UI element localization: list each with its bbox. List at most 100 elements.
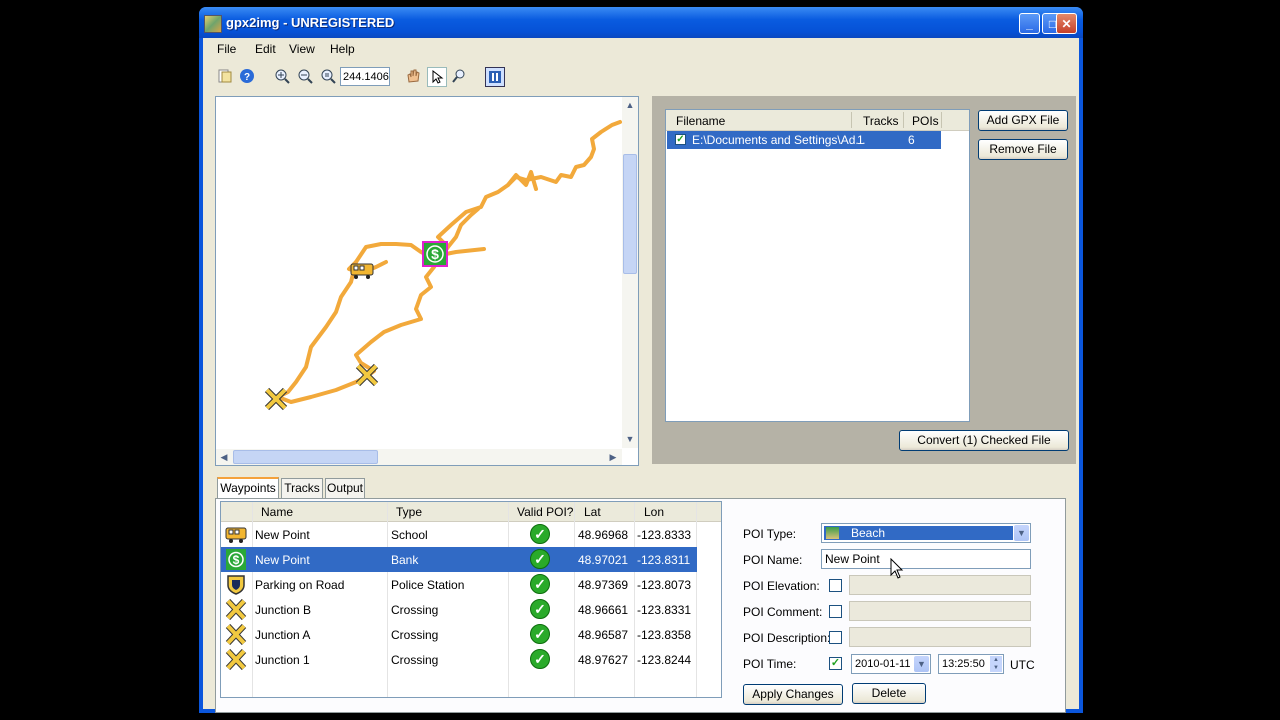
table-row[interactable]: Junction 1 Crossing ✓ 48.97627 -123.8244 <box>221 647 697 672</box>
table-row-selected[interactable]: $ New Point Bank ✓ 48.97021 -123.8311 <box>221 547 697 572</box>
waypoint-lat: 48.96587 <box>578 628 629 642</box>
bank-dollar-icon: $ <box>225 549 247 570</box>
zoom-level-input[interactable]: 244.1406 <box>340 67 390 86</box>
poi-name-input[interactable]: New Point <box>821 549 1031 569</box>
poi-elevation-input[interactable] <box>849 575 1031 595</box>
time-spinner-icon[interactable]: ▲ ▼ <box>990 656 1002 672</box>
poi-elevation-checkbox[interactable] <box>829 579 842 592</box>
toolbar: ? 244.1406 <box>203 62 1079 90</box>
crossing-marker-b[interactable] <box>264 387 288 411</box>
waypoint-type: Crossing <box>391 628 439 642</box>
check-circle-icon: ✓ <box>530 574 550 594</box>
waypoint-lat: 48.96968 <box>578 528 629 542</box>
poi-time-label: POI Time: <box>743 657 797 671</box>
poi-time-checkbox[interactable]: ✓ <box>829 657 842 670</box>
file-row[interactable]: ✓ E:\Documents and Settings\Ad... 1 6 <box>667 131 941 149</box>
crossing-marker-a[interactable] <box>355 363 379 387</box>
poi-comment-input[interactable] <box>849 601 1031 621</box>
table-row[interactable]: Junction B Crossing ✓ 48.96661 -123.8331 <box>221 597 697 622</box>
title-bar[interactable]: gpx2img - UNREGISTERED _ □ ✕ <box>199 7 1083 38</box>
waypoint-lon: -123.8333 <box>637 528 692 542</box>
map-canvas[interactable]: $ ▲ ▼ ◀ ▶ <box>215 96 639 466</box>
chevron-down-icon[interactable]: ▼ <box>1014 525 1029 541</box>
waypoint-type: Police Station <box>391 578 465 592</box>
apply-changes-button[interactable]: Apply Changes <box>743 684 843 705</box>
crossing-icon <box>225 623 247 646</box>
poi-tool-icon[interactable] <box>485 67 505 87</box>
zoom-out-icon[interactable] <box>296 67 314 85</box>
waypoint-name: New Point <box>255 553 310 567</box>
delete-button[interactable]: Delete <box>852 683 926 704</box>
poi-name-label: POI Name: <box>743 553 803 567</box>
poi-comment-label: POI Comment: <box>743 605 823 619</box>
zoom-in-icon[interactable] <box>273 67 291 85</box>
check-circle-icon: ✓ <box>530 549 550 569</box>
mouse-cursor-icon <box>890 557 904 580</box>
col-valid-poi[interactable]: Valid POI? <box>517 505 573 519</box>
table-row[interactable]: New Point School ✓ 48.96968 -123.8333 <box>221 522 697 547</box>
poi-description-checkbox[interactable] <box>829 631 842 644</box>
col-filename[interactable]: Filename <box>676 114 725 128</box>
bank-marker-selected[interactable]: $ <box>422 241 448 267</box>
waypoints-grid[interactable]: Name Type Valid POI? Lat Lon New Point S… <box>220 501 722 698</box>
file-tracks: 1 <box>857 133 864 147</box>
col-name[interactable]: Name <box>261 505 293 519</box>
calendar-dropdown-icon[interactable]: ▼ <box>914 656 929 672</box>
horizontal-scroll-thumb[interactable] <box>233 450 378 464</box>
help-icon[interactable]: ? <box>238 67 256 85</box>
scroll-up-icon[interactable]: ▲ <box>623 98 637 112</box>
col-pois[interactable]: POIs <box>912 114 939 128</box>
col-lat[interactable]: Lat <box>584 505 601 519</box>
file-checkbox[interactable]: ✓ <box>675 134 686 145</box>
menu-bar: File Edit View Help <box>203 38 1079 60</box>
col-type[interactable]: Type <box>396 505 422 519</box>
menu-file[interactable]: File <box>217 42 236 56</box>
select-pointer-icon[interactable] <box>427 67 447 87</box>
menu-view[interactable]: View <box>289 42 315 56</box>
poi-description-input[interactable] <box>849 627 1031 647</box>
crossing-icon <box>225 648 247 671</box>
svg-text:$: $ <box>233 553 240 567</box>
menu-help[interactable]: Help <box>330 42 355 56</box>
school-bus-marker[interactable] <box>350 262 374 280</box>
waypoint-name: Junction B <box>255 603 312 617</box>
minimize-button[interactable]: _ <box>1019 13 1040 34</box>
scroll-right-icon[interactable]: ▶ <box>606 450 620 464</box>
close-button[interactable]: ✕ <box>1056 13 1077 34</box>
scroll-left-icon[interactable]: ◀ <box>217 450 231 464</box>
open-icon[interactable] <box>216 67 234 85</box>
tab-output[interactable]: Output <box>325 478 365 498</box>
poi-type-select[interactable]: Beach ▼ <box>821 523 1031 543</box>
beach-icon <box>826 527 839 539</box>
convert-button[interactable]: Convert (1) Checked File <box>899 430 1069 451</box>
menu-edit[interactable]: Edit <box>255 42 276 56</box>
waypoint-name: New Point <box>255 528 310 542</box>
add-gpx-file-button[interactable]: Add GPX File <box>978 110 1068 131</box>
col-tracks[interactable]: Tracks <box>863 114 899 128</box>
bottom-panel: Waypoints Tracks Output Name Type Valid … <box>215 477 1066 713</box>
file-pois: 6 <box>908 133 915 147</box>
poi-time-value: 13:25:50 <box>942 658 985 670</box>
poi-date-picker[interactable]: 2010-01-11 ▼ <box>851 654 931 674</box>
check-circle-icon: ✓ <box>530 599 550 619</box>
zoom-select-icon[interactable] <box>450 67 468 85</box>
svg-text:?: ? <box>244 72 250 83</box>
col-lon[interactable]: Lon <box>644 505 664 519</box>
grid-header: Name Type Valid POI? Lat Lon <box>221 502 721 522</box>
waypoint-type: Bank <box>391 553 419 567</box>
scroll-down-icon[interactable]: ▼ <box>623 432 637 446</box>
file-list[interactable]: Filename Tracks POIs ✓ E:\Documents and … <box>665 109 970 422</box>
table-row[interactable]: Parking on Road Police Station ✓ 48.9736… <box>221 572 697 597</box>
pan-hand-icon[interactable] <box>404 67 422 85</box>
remove-file-button[interactable]: Remove File <box>978 139 1068 160</box>
tab-tracks[interactable]: Tracks <box>281 478 323 498</box>
poi-comment-checkbox[interactable] <box>829 605 842 618</box>
table-row[interactable]: Junction A Crossing ✓ 48.96587 -123.8358 <box>221 622 697 647</box>
map-horizontal-scrollbar[interactable]: ◀ ▶ <box>216 449 622 465</box>
zoom-reset-icon[interactable] <box>319 67 337 85</box>
poi-time-input[interactable]: 13:25:50 ▲ ▼ <box>938 654 1004 674</box>
map-vertical-scrollbar[interactable]: ▲ ▼ <box>622 97 638 448</box>
vertical-scroll-thumb[interactable] <box>623 154 637 274</box>
waypoint-name: Junction A <box>255 628 311 642</box>
tab-waypoints[interactable]: Waypoints <box>217 477 279 498</box>
